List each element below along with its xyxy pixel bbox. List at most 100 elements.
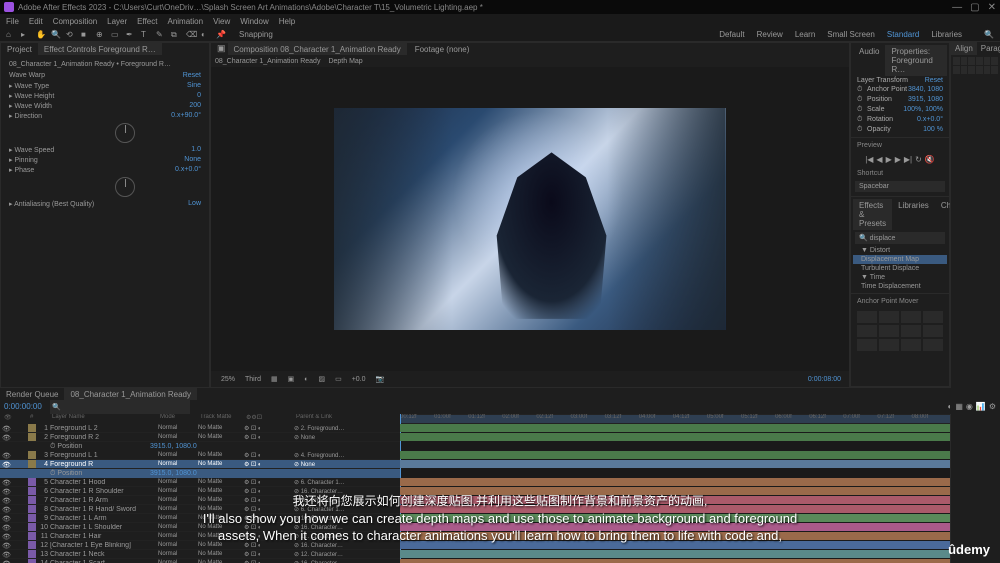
- zoom-dropdown[interactable]: 25%: [219, 376, 237, 383]
- parent-link[interactable]: ⊘ 12. Character…: [294, 533, 400, 540]
- mask-icon[interactable]: ▣: [286, 375, 297, 383]
- anchor-btn[interactable]: [857, 325, 877, 337]
- stopwatch-icon[interactable]: ⏱: [857, 96, 867, 104]
- parent-link[interactable]: ⊘ 16. Character…: [294, 488, 400, 495]
- maximize-button[interactable]: ▢: [970, 2, 979, 13]
- track-matte[interactable]: No Matte: [198, 551, 244, 557]
- track-matte[interactable]: No Matte: [198, 461, 244, 467]
- menu-view[interactable]: View: [213, 17, 230, 26]
- layer-row[interactable]: 👁5Character 1 HoodNormalNo Matte⚙ ⚀ ◐⊘ 6…: [0, 478, 400, 487]
- track-matte[interactable]: No Matte: [198, 515, 244, 521]
- shape-tool-icon[interactable]: ▭: [111, 30, 121, 40]
- effect-name[interactable]: Wave Warp: [9, 72, 45, 79]
- layer-track[interactable]: [400, 523, 950, 532]
- property-value[interactable]: 3915.0, 1080.0: [150, 443, 197, 450]
- layer-track[interactable]: [400, 505, 950, 514]
- anchor-btn[interactable]: [901, 311, 921, 323]
- menu-animation[interactable]: Animation: [167, 17, 203, 26]
- layer-name[interactable]: Character 1 L Arm: [50, 515, 158, 522]
- layer-track[interactable]: [400, 424, 950, 433]
- layer-bar[interactable]: [400, 532, 950, 540]
- graph-editor-icon[interactable]: 📊: [976, 402, 986, 412]
- close-button[interactable]: ✕: [988, 2, 996, 13]
- brain-icon[interactable]: ⚙: [989, 402, 996, 412]
- layer-bar[interactable]: [400, 523, 950, 531]
- roto-tool-icon[interactable]: ◐: [201, 30, 211, 40]
- next-frame-icon[interactable]: ▶: [895, 155, 901, 164]
- layer-row[interactable]: 👁13Character 1 NeckNormalNo Matte⚙ ⚀ ◐⊘ …: [0, 550, 400, 559]
- puppet-tool-icon[interactable]: 📌: [216, 30, 226, 40]
- parent-link[interactable]: ⊘ 2. Foreground…: [294, 425, 400, 432]
- layer-name[interactable]: [Character 1 Eye Blinking]: [50, 542, 158, 549]
- layer-track[interactable]: [400, 550, 950, 559]
- layer-color[interactable]: [28, 478, 36, 486]
- visibility-toggle[interactable]: 👁: [2, 461, 8, 467]
- current-timecode[interactable]: 0:00:00:00: [0, 400, 50, 414]
- layer-color[interactable]: [28, 451, 36, 459]
- viewer-timecode[interactable]: 0:00:08:00: [808, 376, 841, 383]
- layer-color[interactable]: [28, 424, 36, 432]
- visibility-toggle[interactable]: 👁: [2, 452, 8, 458]
- audio-tab[interactable]: Audio: [853, 45, 885, 76]
- transform-value[interactable]: 3840, 1080: [908, 86, 943, 94]
- layer-row[interactable]: 👁9Character 1 L ArmNormalNo Matte⚙ ⚀ ◐⊘ …: [0, 514, 400, 523]
- blend-mode[interactable]: Normal: [158, 497, 198, 503]
- layer-color[interactable]: [28, 532, 36, 540]
- brush-tool-icon[interactable]: ✎: [156, 30, 166, 40]
- parent-link[interactable]: ⊘ 16. Character…: [294, 542, 400, 549]
- property-row[interactable]: ⏱ Position3915.0, 1080.0: [0, 469, 400, 478]
- layer-bar[interactable]: [400, 514, 950, 522]
- effects-search-input[interactable]: 🔍 displace: [855, 232, 945, 244]
- layer-bar[interactable]: [400, 451, 950, 459]
- time-ruler[interactable]: 00:12f01:00f01:12f02:00f02:12f03:00f03:1…: [400, 414, 950, 424]
- anchor-btn[interactable]: [901, 325, 921, 337]
- effect-item-turbulent-displace[interactable]: Turbulent Displace: [853, 264, 947, 273]
- blend-mode[interactable]: Normal: [158, 542, 198, 548]
- parent-link[interactable]: ⊘ 12. Character…: [294, 551, 400, 558]
- layer-bar[interactable]: [400, 559, 950, 563]
- hand-tool-icon[interactable]: ✋: [36, 30, 46, 40]
- layer-bar[interactable]: [400, 550, 950, 558]
- layer-row[interactable]: 👁8Character 1 R Hand/ SwordNormalNo Matt…: [0, 505, 400, 514]
- layer-color[interactable]: [28, 514, 36, 522]
- layer-name[interactable]: Character 1 Hair: [50, 533, 158, 540]
- snapshot-icon[interactable]: 📷: [374, 375, 387, 383]
- region-icon[interactable]: ▭: [333, 375, 344, 383]
- menu-effect[interactable]: Effect: [137, 17, 157, 26]
- workspace-review[interactable]: Review: [757, 30, 783, 39]
- anchor-btn[interactable]: [923, 339, 943, 351]
- layer-name[interactable]: Character 1 R Arm: [50, 497, 158, 504]
- track-matte[interactable]: No Matte: [198, 542, 244, 548]
- layer-color[interactable]: [28, 523, 36, 531]
- align-btn[interactable]: [953, 66, 960, 74]
- blend-mode[interactable]: Normal: [158, 461, 198, 467]
- visibility-toggle[interactable]: 👁: [2, 425, 8, 431]
- last-frame-icon[interactable]: ▶|: [904, 155, 912, 164]
- anchor-btn[interactable]: [857, 339, 877, 351]
- layer-name[interactable]: Character 1 L Shoulder: [50, 524, 158, 531]
- property-value[interactable]: 3915.0, 1080.0: [150, 470, 197, 477]
- align-btn[interactable]: [968, 57, 975, 65]
- snapping-label[interactable]: Snapping: [239, 30, 249, 40]
- pen-tool-icon[interactable]: ✒: [126, 30, 136, 40]
- visibility-toggle[interactable]: 👁: [2, 434, 8, 440]
- track-matte[interactable]: No Matte: [198, 479, 244, 485]
- blend-mode[interactable]: Normal: [158, 524, 198, 530]
- timeline-comp-tab[interactable]: 08_Character 1_Animation Ready: [64, 388, 197, 400]
- layer-row[interactable]: 👁3Foreground L 1NormalNo Matte⚙ ⚀ ◐⊘ 4. …: [0, 451, 400, 460]
- layer-row[interactable]: 👁4Foreground RNormalNo Matte⚙ ⚀ ◐⊘ None: [0, 460, 400, 469]
- track-matte[interactable]: No Matte: [198, 533, 244, 539]
- blend-mode[interactable]: Normal: [158, 488, 198, 494]
- track-matte[interactable]: No Matte: [198, 452, 244, 458]
- layer-track[interactable]: [400, 496, 950, 505]
- layer-row[interactable]: 👁14Character 1 ScarfNormalNo Matte⚙ ⚀ ◐⊘…: [0, 559, 400, 563]
- layer-bar[interactable]: [400, 487, 950, 495]
- layer-color[interactable]: [28, 550, 36, 558]
- transform-value[interactable]: 0.x+0.0°: [917, 116, 943, 124]
- layer-bar[interactable]: [400, 541, 950, 549]
- grid-icon[interactable]: ▦: [269, 375, 280, 383]
- clone-tool-icon[interactable]: ⧉: [171, 30, 181, 40]
- blend-mode[interactable]: Normal: [158, 533, 198, 539]
- layer-color[interactable]: [28, 487, 36, 495]
- layer-name[interactable]: Character 1 R Hand/ Sword: [50, 506, 158, 513]
